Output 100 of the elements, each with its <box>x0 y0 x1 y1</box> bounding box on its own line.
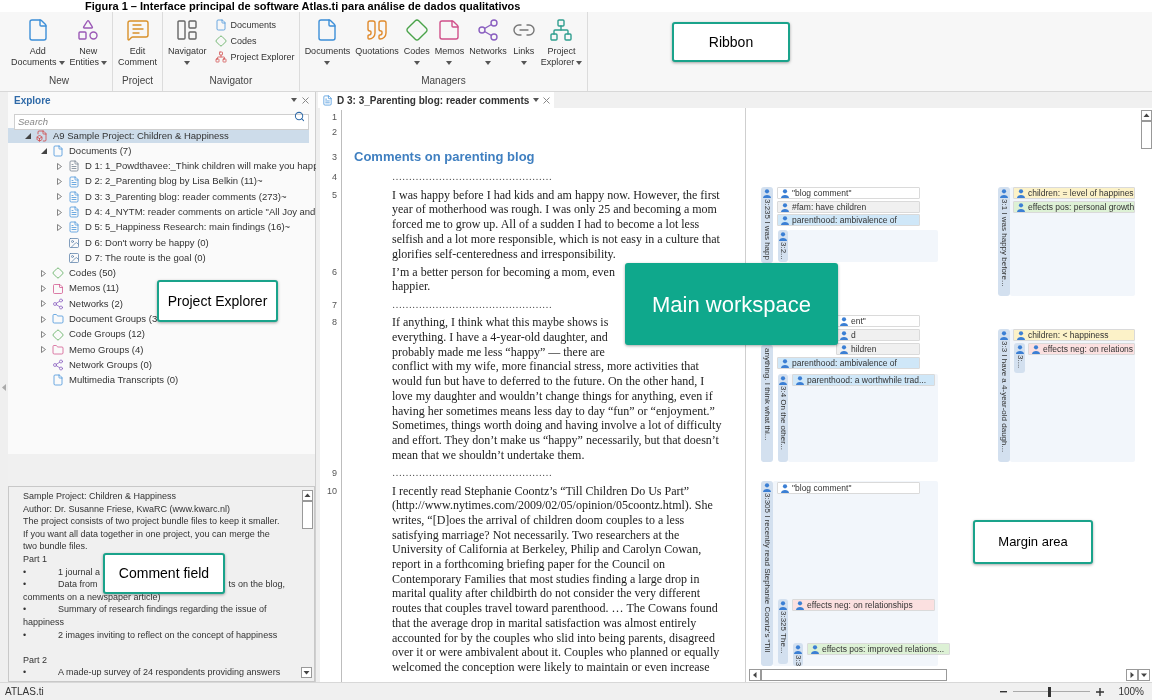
close-icon[interactable] <box>302 96 309 104</box>
document-tab[interactable]: D 3: 3_Parenting blog: reader comments <box>318 92 555 108</box>
comment-field[interactable] <box>8 486 315 682</box>
collapsed-arrow-icon[interactable] <box>41 331 46 338</box>
collapse-arrow-icon[interactable] <box>2 383 6 391</box>
line-number: 4 <box>332 172 337 182</box>
tree-item[interactable]: Memo Groups (4) <box>8 342 146 358</box>
quotation-bar[interactable]: 3:2... <box>778 230 788 262</box>
tree-item[interactable]: D 3: 3_Parenting blog: reader comments (273)~ <box>8 189 289 205</box>
tree-item[interactable]: Code Groups (12) <box>8 326 148 343</box>
ribbon-small-button[interactable]: Documents <box>214 18 295 32</box>
ribbon-button[interactable]: Edit Comment <box>117 18 159 68</box>
quotation-bar[interactable]: 3:4 On the other... <box>778 374 788 462</box>
scroll-down-icon[interactable] <box>1138 669 1150 681</box>
quotation-bar[interactable]: 3:235 I was happ <box>761 187 773 263</box>
tree-item[interactable]: Memos (11) <box>8 280 121 297</box>
quotation-bar[interactable]: 3:325 The... <box>778 599 788 664</box>
scroll-down-icon[interactable] <box>301 667 312 678</box>
collapsed-arrow-icon[interactable] <box>41 315 46 323</box>
close-icon[interactable] <box>543 96 551 104</box>
tree-item[interactable]: D 7: The route is the goal (0) <box>8 250 208 266</box>
code-tag[interactable]: parenthood: ambivalence of <box>777 357 920 369</box>
tree-item[interactable]: D 2: 2_Parenting blog by Lisa Belkin (11)~ <box>8 173 265 190</box>
code-tag[interactable]: effects pos: personal growth <box>1013 201 1135 213</box>
tree-item[interactable]: D 5: 5_Happiness Research: main findings (16)~ <box>8 219 293 236</box>
ribbon-button[interactable]: Quotations <box>354 18 400 57</box>
code-tag[interactable]: parenthood: ambivalence of <box>777 214 920 226</box>
callout-label: Ribbon <box>672 22 790 62</box>
quotation-bar[interactable]: 3:3 <box>793 643 803 666</box>
paragraph: I’m a better person for becoming a mom, even happier. <box>392 264 615 295</box>
collapsed-arrow-icon[interactable] <box>57 178 62 186</box>
code-tag[interactable]: #fam: have children <box>777 201 920 213</box>
ribbon-button[interactable]: New Entities <box>68 18 109 68</box>
person-icon <box>796 375 804 385</box>
tree-item[interactable]: Networks (2) <box>8 296 125 312</box>
search-icon <box>294 110 305 122</box>
ribbon-button[interactable]: Project Explorer <box>539 18 584 68</box>
ribbon-button[interactable]: Memos <box>433 18 466 67</box>
bullet-marker: • <box>23 628 28 642</box>
code-tag[interactable]: d <box>836 329 920 341</box>
zoom-in-icon[interactable] <box>1096 687 1105 696</box>
ribbon-button[interactable]: Codes <box>402 18 431 67</box>
scroll-up-icon[interactable] <box>1140 110 1152 121</box>
quotation-bar[interactable]: 3:... <box>1014 343 1025 373</box>
code-tag[interactable]: effects pos: improved relations... <box>807 643 950 655</box>
collapsed-arrow-icon[interactable] <box>41 269 46 277</box>
tree-item[interactable]: Documents (7) <box>8 143 134 159</box>
code-tag[interactable]: effects neg: on relations <box>1028 343 1135 355</box>
tree-item[interactable]: D 4: 4_NYTM: reader comments on article "All Joy and <box>8 204 318 220</box>
tree-item[interactable]: Document Groups (3 <box>8 311 160 327</box>
tree-item[interactable]: D 6: Don't worry be happy (0) <box>8 235 211 251</box>
code-tag[interactable]: children: = level of happines <box>1013 187 1135 199</box>
quotation-label: 3:3 <box>793 655 803 666</box>
network-icon <box>52 359 64 372</box>
code-tag[interactable]: hildren <box>836 343 920 355</box>
ribbon-button[interactable]: Add Documents <box>10 18 66 68</box>
collapsed-arrow-icon[interactable] <box>57 193 62 201</box>
quotation-bar[interactable]: 3:305 I recently read Stephanie Coontz’s “Till <box>761 481 773 666</box>
ribbon-button[interactable]: Documents <box>303 18 352 67</box>
zoom-out-icon[interactable] <box>1000 690 1008 693</box>
code-tag[interactable]: "blog comment" <box>777 482 920 494</box>
scrollbar-thumb[interactable] <box>301 501 313 529</box>
collapsed-arrow-icon[interactable] <box>57 223 62 231</box>
tree-item[interactable]: Multimedia Transcripts (0) <box>8 372 181 389</box>
collapsed-arrow-icon[interactable] <box>57 208 62 216</box>
ribbon-button[interactable]: Links <box>510 18 537 67</box>
person-icon <box>1000 331 1008 340</box>
collapsed-arrow-icon[interactable] <box>41 300 46 308</box>
ribbon-small-button[interactable]: Codes <box>214 34 295 48</box>
zoom-slider[interactable] <box>1013 686 1091 697</box>
tree-item[interactable]: Network Groups (0) <box>8 357 154 373</box>
code-tag[interactable]: ent" <box>836 315 920 327</box>
ribbon-small-button[interactable]: Project Explorer <box>214 50 295 64</box>
slider-thumb[interactable] <box>1048 686 1052 697</box>
scrollbar-thumb[interactable] <box>1140 121 1152 149</box>
scroll-right-icon[interactable] <box>1126 669 1138 681</box>
ribbon-button[interactable]: Networks <box>468 18 508 67</box>
comment-text: Part 1 <box>23 552 48 566</box>
search-field[interactable]: Search <box>14 113 309 130</box>
tree-item[interactable]: Codes (50) <box>8 265 118 281</box>
expanded-arrow-icon[interactable] <box>41 147 47 154</box>
person-icon <box>840 344 848 354</box>
quotation-bar[interactable]: anything. I think what thi... <box>761 345 773 462</box>
scroll-up-icon[interactable] <box>301 490 313 501</box>
code-tag[interactable]: "blog comment" <box>777 187 920 199</box>
ribbon-button[interactable]: Navigator <box>167 18 208 67</box>
collapsed-arrow-icon[interactable] <box>41 285 46 293</box>
scrollbar-thumb[interactable] <box>761 669 947 681</box>
collapsed-arrow-icon[interactable] <box>41 346 46 354</box>
code-tag[interactable]: parenthood: a worthwhile trad... <box>792 374 935 386</box>
scroll-left-icon[interactable] <box>749 669 761 681</box>
comment-text: A made-up survey of 24 respondents providing answers <box>58 666 281 679</box>
quotation-bar[interactable]: 3:3 I have a 4-year-old daugh... <box>998 329 1010 462</box>
code-tag[interactable]: children: < happiness <box>1013 329 1135 341</box>
tree-label: Code Groups (12) <box>69 327 146 342</box>
figure-caption: Figura 1 – Interface principal de software Atlas.ti para análise de dados qualitativos <box>85 0 521 12</box>
code-tag[interactable]: effects neg: on relationships <box>792 599 935 611</box>
expanded-arrow-icon[interactable] <box>25 132 31 139</box>
collapsed-arrow-icon[interactable] <box>57 162 62 170</box>
quotation-bar[interactable]: 3:1 I was happy before... <box>998 187 1010 296</box>
